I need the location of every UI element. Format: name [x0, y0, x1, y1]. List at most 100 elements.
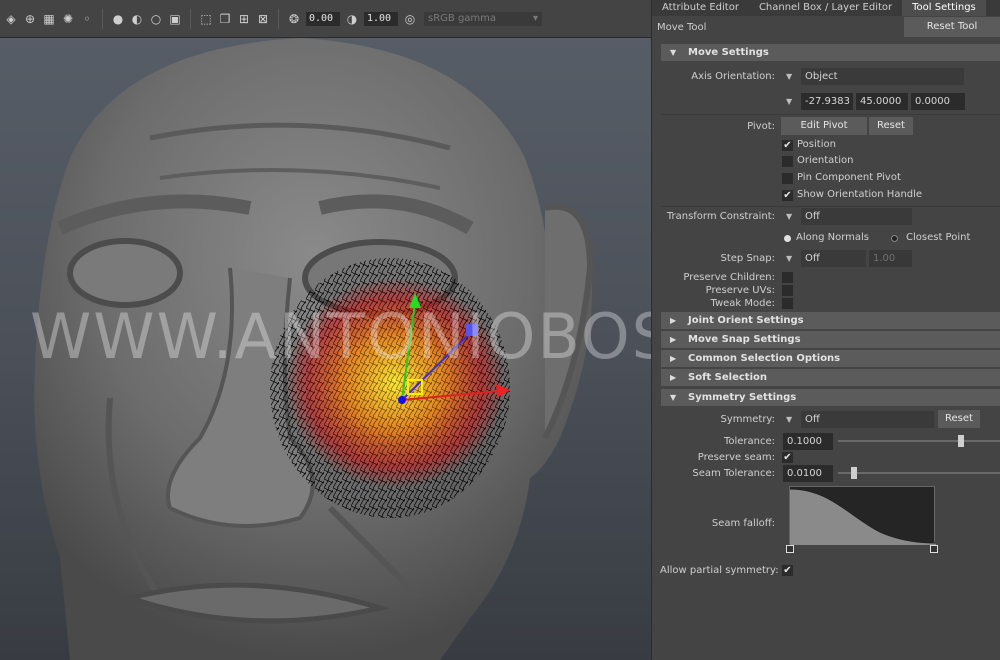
checker-icon[interactable]: ▦: [42, 12, 56, 26]
isolate-select-icon[interactable]: ⬚: [199, 12, 213, 26]
chevron-down-icon: ▼: [670, 393, 677, 402]
tolerance-slider-track[interactable]: [838, 440, 1000, 442]
chevron-down-icon: ▾: [532, 12, 538, 24]
section-move-snap-settings[interactable]: ▶ Move Snap Settings: [661, 331, 1000, 348]
tweak-mode-label: Tweak Mode:: [710, 298, 776, 309]
show-orientation-handle-label: Show Orientation Handle: [797, 189, 923, 200]
seam-tolerance-label: Seam Tolerance:: [692, 468, 775, 479]
xray-components-icon[interactable]: ⊠: [256, 12, 270, 26]
section-title: Move Settings: [688, 47, 769, 58]
depth-of-field-icon[interactable]: ▣: [168, 12, 182, 26]
texture-icon[interactable]: ⊕: [23, 12, 37, 26]
axis-z-field[interactable]: 0.0000: [911, 93, 965, 110]
allow-partial-symmetry-checkbox[interactable]: ✔: [782, 565, 793, 576]
wireframe-shaded-icon[interactable]: ◈: [4, 12, 18, 26]
section-title: Common Selection Options: [688, 353, 841, 364]
tab-tool-settings[interactable]: Tool Settings: [902, 0, 986, 16]
seam-tolerance-slider-handle[interactable]: [851, 467, 858, 479]
tab-attribute-editor[interactable]: Attribute Editor: [652, 0, 749, 16]
tolerance-slider-handle[interactable]: [958, 435, 965, 447]
tweak-mode-checkbox[interactable]: [782, 298, 793, 309]
step-snap-dropdown[interactable]: Off: [801, 250, 866, 267]
section-symmetry-settings[interactable]: ▼ Symmetry Settings: [661, 389, 1000, 406]
section-joint-orient-settings[interactable]: ▶ Joint Orient Settings: [661, 312, 1000, 329]
section-title: Move Snap Settings: [688, 334, 801, 345]
closest-point-radio[interactable]: [891, 235, 898, 242]
falloff-key-start[interactable]: [786, 545, 794, 553]
xray-joints-icon[interactable]: ⊞: [237, 12, 251, 26]
divider: [661, 114, 1000, 115]
chevron-down-icon[interactable]: ▼: [786, 97, 792, 106]
seam-tolerance-slider-track[interactable]: [838, 472, 1000, 474]
axis-x-field[interactable]: -27.9383: [801, 93, 853, 110]
symmetry-label: Symmetry:: [720, 414, 776, 425]
chevron-down-icon[interactable]: ▼: [786, 415, 792, 424]
tool-name: Move Tool: [657, 21, 707, 33]
color-management-icon[interactable]: ◎: [403, 12, 417, 26]
reset-tool-button[interactable]: Reset Tool: [904, 17, 1000, 37]
shadow-icon[interactable]: ◦: [80, 12, 94, 26]
transform-constraint-label: Transform Constraint:: [666, 211, 775, 222]
exposure-icon[interactable]: ❂: [287, 12, 301, 26]
pin-component-pivot-label: Pin Component Pivot: [797, 172, 901, 183]
chevron-right-icon: ▶: [670, 316, 677, 325]
axis-y-field[interactable]: 45.0000: [856, 93, 908, 110]
color-space-dropdown[interactable]: sRGB gamma ▾: [424, 11, 542, 26]
toolbar-divider: [190, 8, 191, 29]
seam-falloff-label: Seam falloff:: [711, 518, 775, 529]
head-model: [34, 38, 594, 660]
motion-blur-icon[interactable]: ◐: [130, 12, 144, 26]
along-normals-label: Along Normals: [796, 232, 869, 243]
chevron-down-icon: ▼: [670, 48, 677, 57]
antialias-icon[interactable]: ○: [149, 12, 163, 26]
chevron-down-icon[interactable]: ▼: [786, 254, 792, 263]
light-icon[interactable]: ✺: [61, 12, 75, 26]
tolerance-field[interactable]: 0.1000: [783, 433, 833, 450]
preserve-seam-checkbox[interactable]: ✔: [782, 452, 793, 463]
tab-channel-box[interactable]: Channel Box / Layer Editor: [749, 0, 902, 16]
allow-partial-symmetry-label: Allow partial symmetry:: [660, 565, 779, 576]
show-orientation-handle-checkbox[interactable]: ✔: [782, 190, 793, 201]
section-title: Joint Orient Settings: [688, 315, 804, 326]
section-move-settings[interactable]: ▼ Move Settings: [661, 44, 1000, 61]
xray-icon[interactable]: ❐: [218, 12, 232, 26]
section-title: Soft Selection: [688, 372, 768, 383]
axis-orientation-dropdown[interactable]: Object: [801, 68, 964, 85]
tool-header: Move Tool Reset Tool: [652, 16, 1000, 38]
chevron-down-icon[interactable]: ▼: [786, 72, 792, 81]
transform-constraint-dropdown[interactable]: Off: [801, 208, 912, 225]
section-soft-selection[interactable]: ▶ Soft Selection: [661, 369, 1000, 386]
panel-tabs: Attribute Editor Channel Box / Layer Edi…: [652, 0, 1000, 16]
symmetry-reset-button[interactable]: Reset: [938, 410, 980, 428]
3d-scene[interactable]: wrap: [0, 38, 651, 660]
chevron-down-icon[interactable]: ▼: [786, 212, 792, 221]
seam-falloff-curve-editor[interactable]: [789, 486, 936, 545]
preserve-uvs-checkbox[interactable]: [782, 285, 793, 296]
gamma-field[interactable]: 1.00: [364, 11, 398, 26]
along-normals-radio[interactable]: [784, 235, 791, 242]
pin-component-pivot-checkbox[interactable]: [782, 173, 793, 184]
preserve-uvs-label: Preserve UVs:: [705, 285, 775, 296]
divider: [661, 206, 1000, 207]
preserve-children-checkbox[interactable]: [782, 272, 793, 283]
chevron-right-icon: ▶: [670, 373, 677, 382]
pivot-reset-button[interactable]: Reset: [869, 117, 913, 135]
exposure-field[interactable]: 0.00: [306, 11, 340, 26]
color-space-value: sRGB gamma: [428, 12, 497, 24]
step-snap-amount-field[interactable]: 1.00: [869, 250, 912, 267]
orientation-checkbox[interactable]: [782, 156, 793, 167]
position-checkbox[interactable]: ✔: [782, 140, 793, 151]
tolerance-label: Tolerance:: [723, 436, 775, 447]
edit-pivot-button[interactable]: Edit Pivot: [781, 117, 867, 135]
ambient-occlusion-icon[interactable]: ●: [111, 12, 125, 26]
gamma-icon[interactable]: ◑: [345, 12, 359, 26]
chevron-right-icon: ▶: [670, 354, 677, 363]
chevron-right-icon: ▶: [670, 335, 677, 344]
closest-point-label: Closest Point: [906, 232, 971, 243]
symmetry-dropdown[interactable]: Off: [801, 411, 934, 428]
section-common-selection-options[interactable]: ▶ Common Selection Options: [661, 350, 1000, 367]
seam-tolerance-field[interactable]: 0.0100: [783, 465, 833, 482]
viewport-toolbar: ◈ ⊕ ▦ ✺ ◦ ● ◐ ○ ▣ ⬚ ❐ ⊞ ⊠ ❂ 0.00 ◑ 1.00 …: [0, 0, 651, 38]
falloff-key-end[interactable]: [930, 545, 938, 553]
viewport-panel[interactable]: ◈ ⊕ ▦ ✺ ◦ ● ◐ ○ ▣ ⬚ ❐ ⊞ ⊠ ❂ 0.00 ◑ 1.00 …: [0, 0, 651, 660]
